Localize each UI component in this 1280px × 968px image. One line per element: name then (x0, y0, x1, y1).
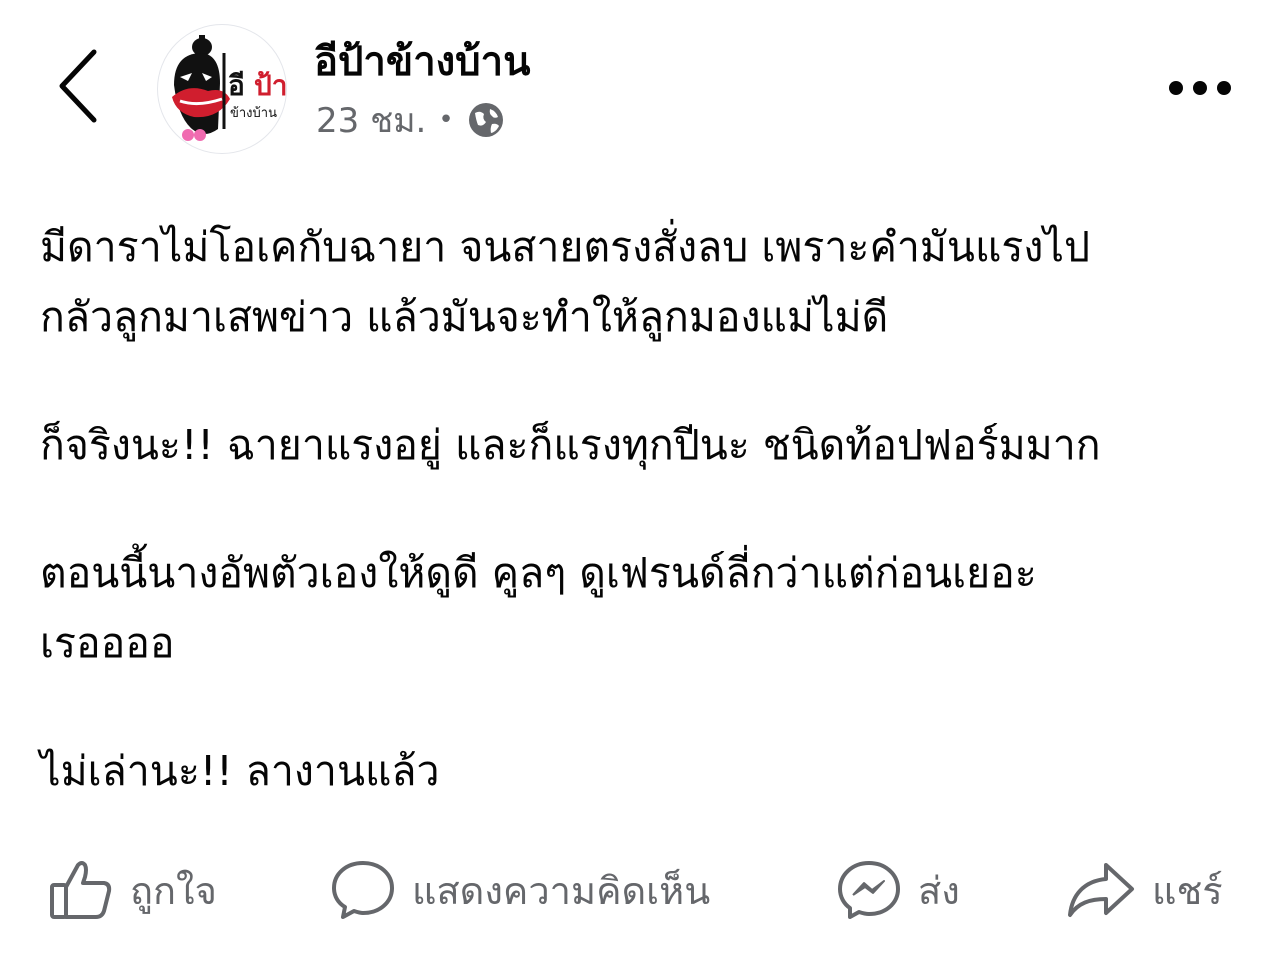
post-meta: 23 ชม. • (316, 98, 506, 142)
comment-button[interactable]: แสดงความคิดเห็น (330, 850, 710, 930)
page-avatar[interactable]: อี ป้า ข้างบ้าน (157, 24, 287, 154)
share-label: แชร์ (1152, 868, 1223, 913)
comment-label: แสดงความคิดเห็น (412, 868, 711, 913)
text-line: กลัวลูกมาเสพข่าว แล้วมันจะทำให้ลูกมองแม่… (40, 293, 889, 341)
send-label: ส่ง (918, 868, 960, 913)
back-button[interactable] (40, 44, 116, 128)
more-options-button[interactable] (1158, 64, 1242, 112)
svg-text:อี: อี (228, 69, 245, 102)
share-button[interactable]: แชร์ (1066, 850, 1223, 930)
text-line: ก็จริงนะ!! ฉายาแรงอยู่ และก็แรงทุกปีนะ ช… (40, 421, 1101, 469)
like-button[interactable]: ถูกใจ (48, 850, 217, 930)
text-line: เรออออ (40, 619, 175, 667)
paragraph: ตอนนี้นางอัพตัวเองให้ดูดี คูลๆ ดูเฟรนด์ล… (40, 538, 1255, 678)
post-timestamp[interactable]: 23 ชม. (316, 93, 426, 147)
messenger-icon (838, 861, 900, 919)
facebook-post: อี ป้า ข้างบ้าน อีป้าข้างบ้าน 23 ชม. • ม… (0, 0, 1280, 968)
post-message: มีดาราไม่โอเคกับฉายา จนสายตรงสั่งลบ เพรา… (40, 212, 1255, 806)
action-bar: ถูกใจ แสดงความคิดเห็น ส่ง แชร์ (0, 850, 1280, 930)
paragraph: ไม่เล่านะ!! ลางานแล้ว (40, 736, 1255, 806)
chevron-left-icon (59, 49, 97, 123)
text-line: มีดาราไม่โอเคกับฉายา จนสายตรงสั่งลบ เพรา… (40, 223, 1091, 271)
like-label: ถูกใจ (130, 868, 217, 913)
text-line: ไม่เล่านะ!! ลางานแล้ว (40, 747, 440, 795)
svg-text:ป้า: ป้า (254, 69, 287, 102)
page-name[interactable]: อีป้าข้างบ้าน (314, 34, 530, 90)
share-arrow-icon (1068, 863, 1134, 917)
thumbs-up-icon (50, 861, 112, 919)
svg-text:ข้างบ้าน: ข้างบ้าน (230, 106, 277, 121)
page-logo: อี ป้า ข้างบ้าน (172, 35, 287, 141)
comment-bubble-icon (332, 861, 394, 919)
globe-icon[interactable] (466, 100, 506, 140)
text-line: ตอนนี้นางอัพตัวเองให้ดูดี คูลๆ ดูเฟรนด์ล… (40, 549, 1037, 597)
ellipsis-icon (1169, 81, 1231, 95)
paragraph: มีดาราไม่โอเคกับฉายา จนสายตรงสั่งลบ เพรา… (40, 212, 1255, 352)
meta-separator: • (438, 105, 454, 135)
paragraph: ก็จริงนะ!! ฉายาแรงอยู่ และก็แรงทุกปีนะ ช… (40, 410, 1255, 480)
send-button[interactable]: ส่ง (836, 850, 960, 930)
